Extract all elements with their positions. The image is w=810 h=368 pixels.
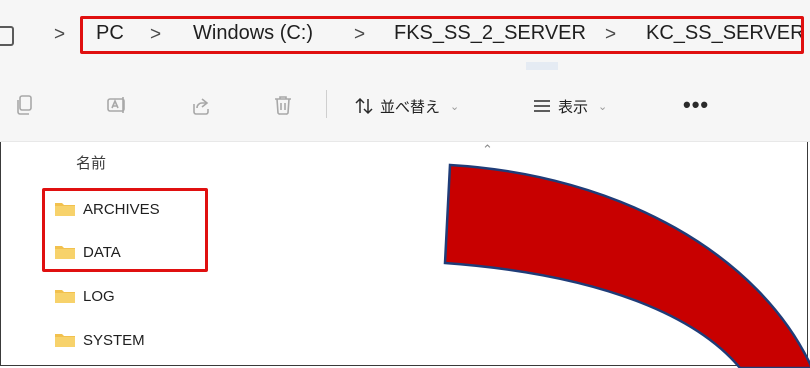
sort-label: 並べ替え [380,98,441,116]
breadcrumb-separator: > [54,24,66,45]
column-header-name[interactable]: 名前 [76,152,106,173]
folder-name: SYSTEM [83,331,145,349]
delete-icon[interactable] [272,94,294,116]
view-button[interactable]: 表示 ⌄ [532,92,607,120]
folder-icon [54,288,76,304]
folders-highlight-box [42,188,208,272]
more-options-button[interactable]: ••• [683,92,709,118]
chevron-down-icon: ⌄ [450,100,460,113]
folder-name: LOG [83,287,115,305]
list-item-system[interactable]: SYSTEM [54,327,145,353]
list-item-log[interactable]: LOG [54,283,115,309]
share-icon[interactable] [190,94,212,116]
command-bar: 並べ替え ⌄ 表示 ⌄ ••• [0,70,810,142]
file-list: 名前 ⌃ ARCHIVES DATA LOG SYSTEM [0,142,810,368]
toolbar-divider [326,90,327,118]
view-label: 表示 [558,98,589,116]
path-highlight-box [80,16,804,54]
view-icon [534,100,550,112]
sort-ascending-icon: ⌃ [482,142,493,157]
rename-icon[interactable] [106,94,128,116]
sort-icon [355,97,373,115]
address-bar[interactable]: > PC > Windows (C:) > FKS_SS_2_SERVER > … [0,0,810,76]
sort-button[interactable]: 並べ替え ⌄ [354,92,459,120]
pc-icon [0,26,14,46]
chevron-down-icon: ⌄ [598,100,608,113]
copy-icon[interactable] [14,94,36,116]
folder-icon [54,332,76,348]
